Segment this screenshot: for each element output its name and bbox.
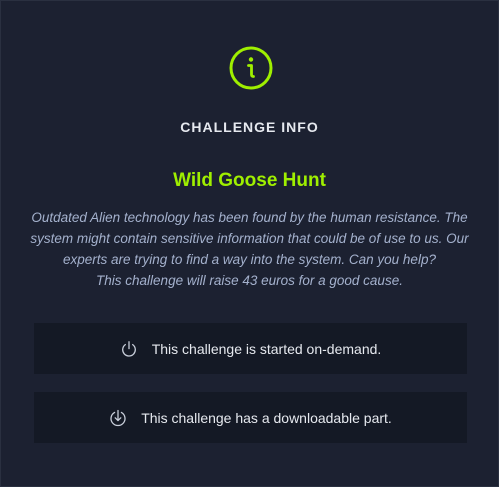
modal-heading: CHALLENGE INFO xyxy=(180,119,319,135)
challenge-info-modal: CHALLENGE INFO Wild Goose Hunt Outdated … xyxy=(0,0,499,487)
download-icon xyxy=(110,409,126,426)
on-demand-label: This challenge is started on-demand. xyxy=(151,340,382,357)
on-demand-info-card: This challenge is started on-demand. xyxy=(34,323,467,374)
description-line: This challenge will raise 43 euros for a… xyxy=(96,273,403,288)
description-line: system might contain sensitive informati… xyxy=(30,231,469,246)
challenge-description: Outdated Alien technology has been found… xyxy=(21,207,478,291)
challenge-name: Wild Goose Hunt xyxy=(173,170,326,191)
info-icon xyxy=(229,46,273,90)
description-line: experts are trying to find a way into th… xyxy=(63,252,436,267)
description-line: Outdated Alien technology has been found… xyxy=(31,210,468,225)
power-icon xyxy=(121,340,136,357)
downloadable-info-card: This challenge has a downloadable part. xyxy=(34,392,467,443)
downloadable-label: This challenge has a downloadable part. xyxy=(141,409,392,426)
